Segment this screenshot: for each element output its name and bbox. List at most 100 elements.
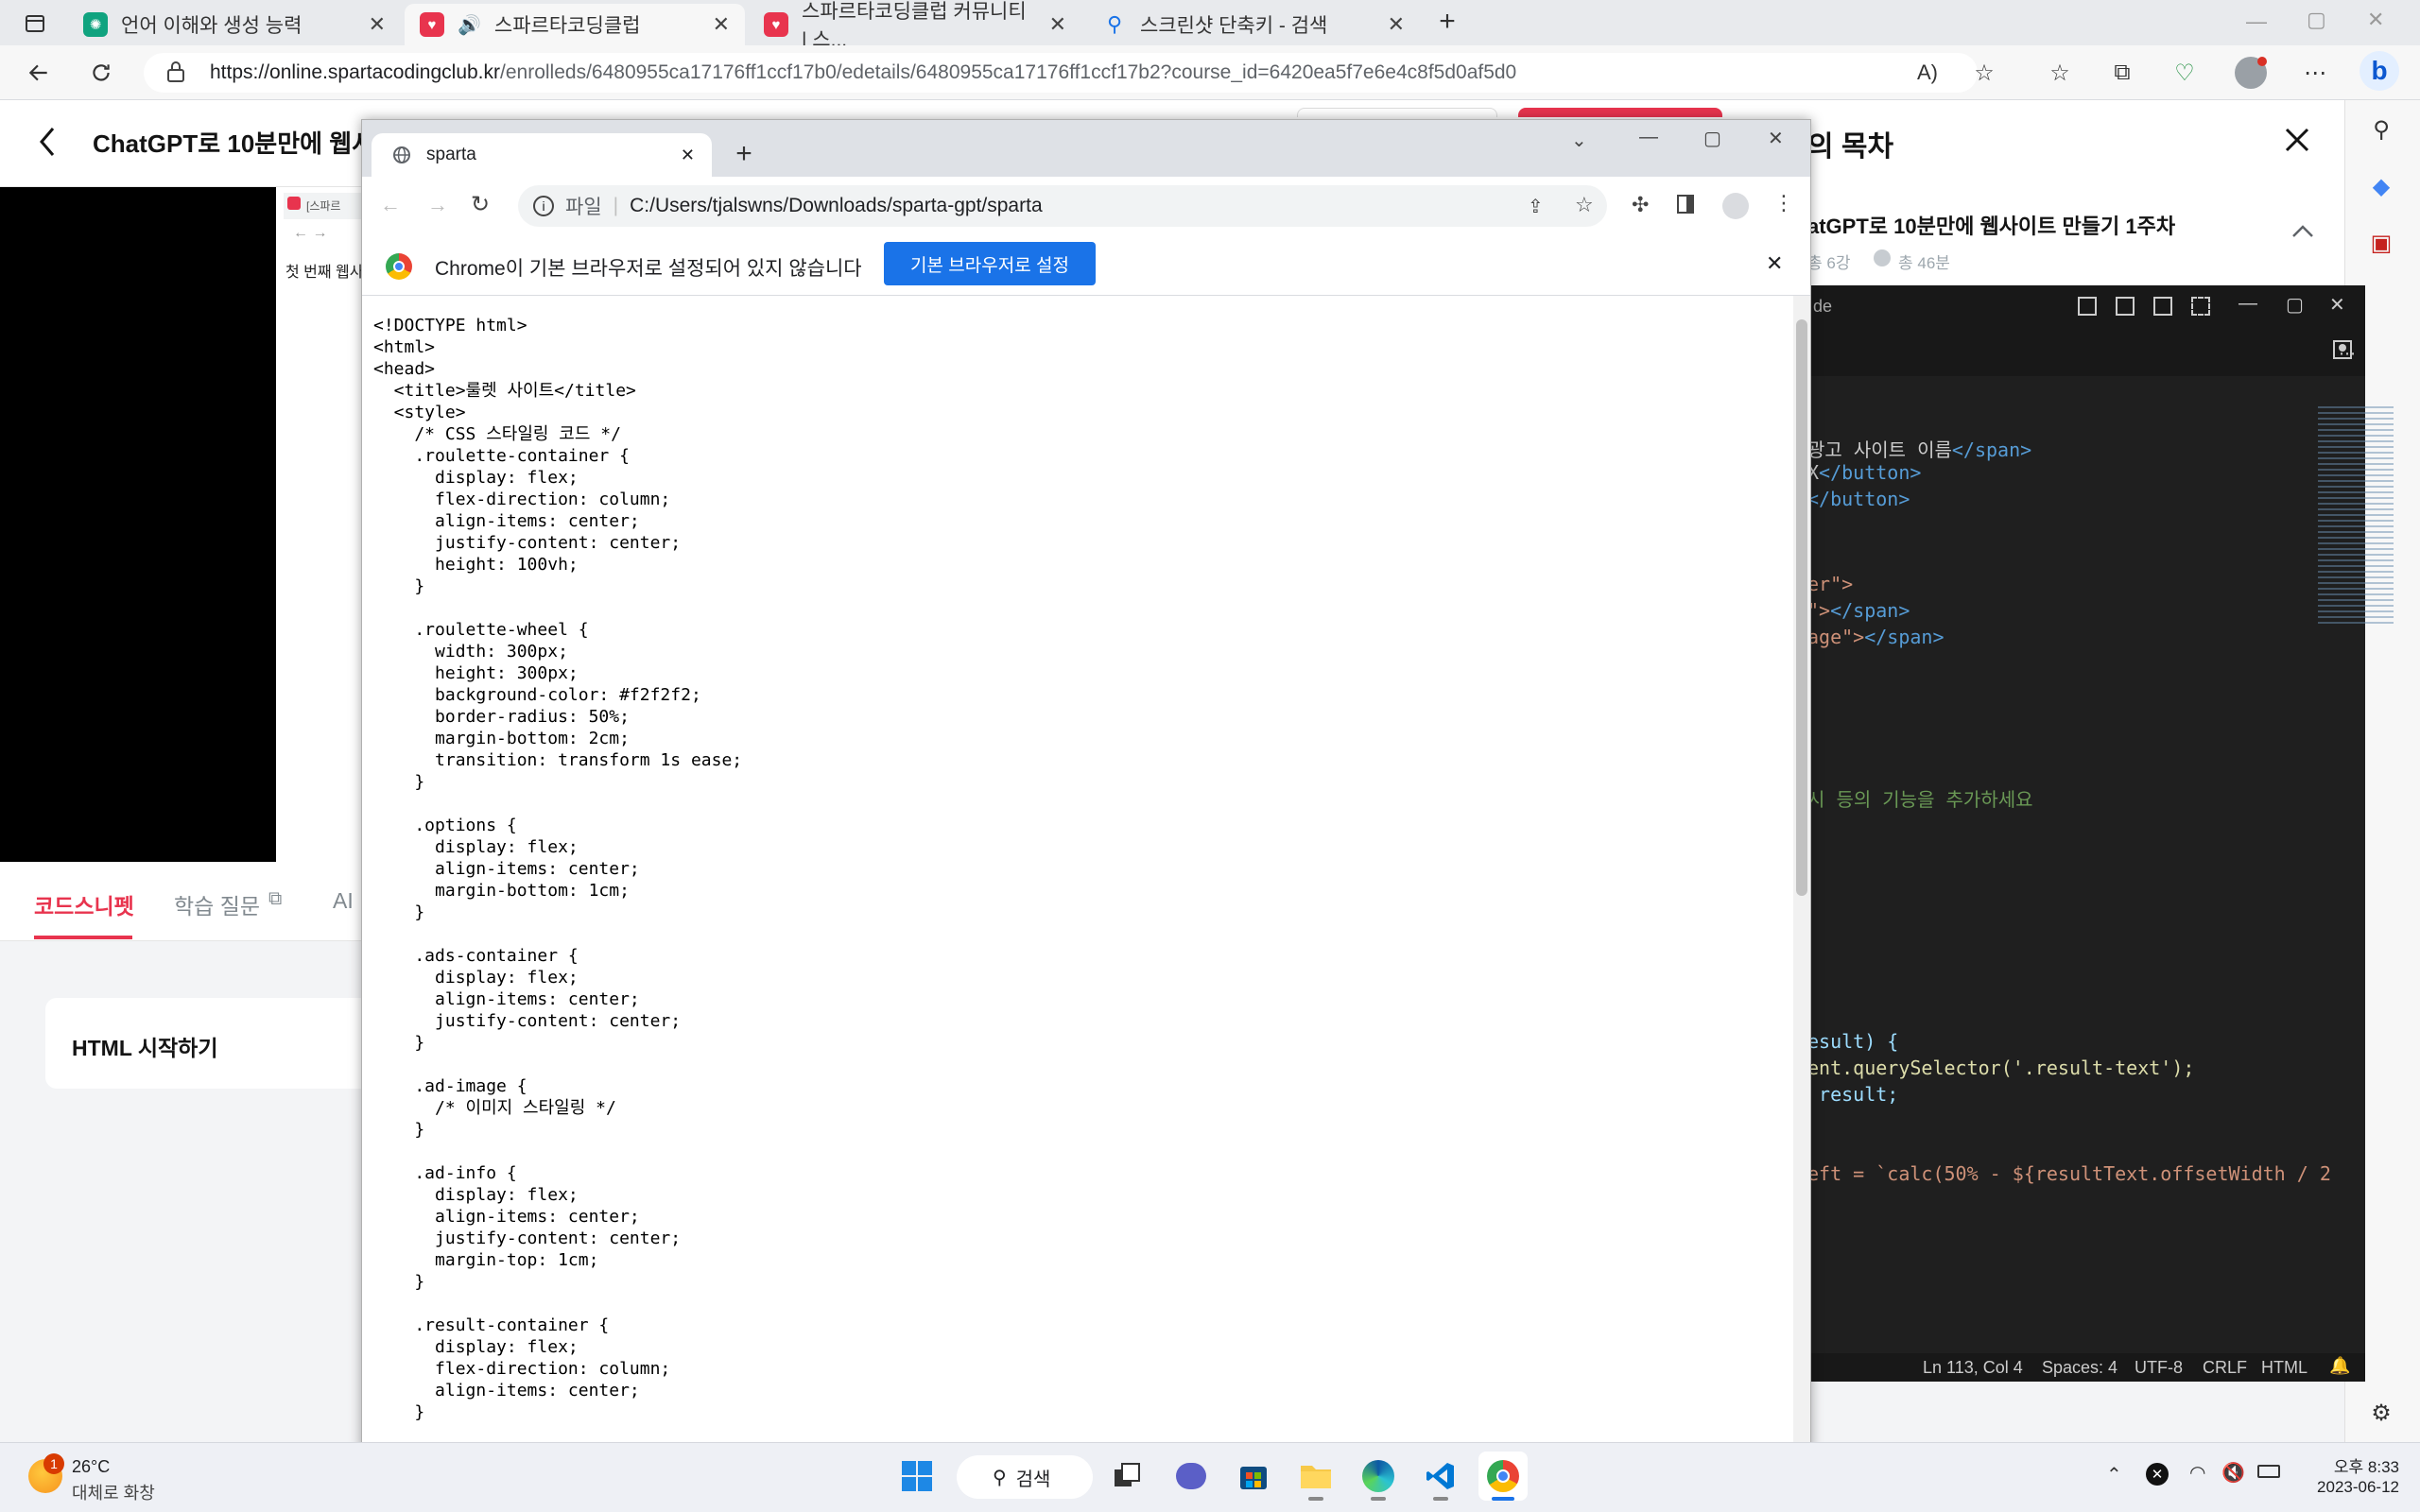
customize-layout-icon[interactable]	[2191, 297, 2210, 316]
status-spaces[interactable]: Spaces: 4	[2042, 1358, 2118, 1378]
reload-icon[interactable]: ↻	[471, 191, 490, 218]
infobar-close-icon[interactable]: ✕	[1766, 251, 1783, 276]
taskbar-time[interactable]: 오후 8:33	[2320, 1453, 2399, 1477]
address-bar[interactable]: https://online.spartacodingclub.kr/enrol…	[144, 53, 1978, 93]
vscode-maximize-icon[interactable]: ▢	[2286, 293, 2304, 317]
edge-tab-3[interactable]: ♥ 스파르타코딩클럽 커뮤니티 | 스... ✕	[749, 1, 1081, 51]
close-window-icon[interactable]: ✕	[2367, 8, 2384, 32]
refresh-icon[interactable]	[85, 57, 117, 89]
edge-tab-2[interactable]: ♥ 🔊 스파르타코딩클럽 ✕	[405, 4, 745, 45]
back-icon[interactable]: ←	[380, 193, 401, 217]
bookmark-star-icon[interactable]: ☆	[1575, 193, 1594, 217]
read-aloud-icon[interactable]: A)	[1911, 57, 1944, 89]
split-editor-icon[interactable]	[2333, 340, 2352, 359]
minimize-icon[interactable]: —	[1639, 127, 1658, 148]
sidebar-search-icon[interactable]: ⚲	[2365, 113, 2397, 146]
chrome-icon[interactable]	[1478, 1452, 1528, 1501]
task-view-icon[interactable]	[1102, 1452, 1151, 1501]
tray-app-icon[interactable]: ✕	[2146, 1463, 2169, 1486]
toc-course-title[interactable]: atGPT로 10분만에 웹사이트 만들기 1주차	[1807, 210, 2175, 240]
lock-icon[interactable]	[166, 60, 185, 83]
vscode-close-icon[interactable]: ✕	[2329, 293, 2345, 317]
chrome-logo-icon	[386, 253, 412, 280]
share-icon[interactable]: ⇪	[1528, 195, 1544, 218]
snippet-card[interactable]: HTML 시작하기	[45, 998, 386, 1089]
status-eol[interactable]: CRLF	[2203, 1358, 2247, 1378]
teams-chat-icon[interactable]	[1167, 1452, 1216, 1501]
scrollbar-thumb[interactable]	[1796, 319, 1807, 896]
maximize-icon[interactable]: ▢	[1703, 127, 1721, 150]
code-text: result;	[1807, 1083, 1899, 1106]
header-button[interactable]	[1297, 108, 1497, 117]
wifi-icon[interactable]: ◠	[2189, 1461, 2205, 1485]
forward-icon[interactable]: →	[427, 193, 448, 217]
tab-ai[interactable]: AI	[333, 888, 354, 914]
store-icon[interactable]	[1229, 1452, 1278, 1501]
code-line: eft = `calc(50% - ${resultText.offsetWid…	[1807, 1162, 2331, 1185]
bell-icon[interactable]: 🔔	[2329, 1356, 2350, 1376]
maximize-icon[interactable]: ▢	[2307, 8, 2326, 32]
omnibox[interactable]: i 파일 | C:/Users/tjalswns/Downloads/spart…	[518, 185, 1607, 227]
chrome-menu-icon[interactable]: ⋮	[1773, 191, 1794, 215]
close-icon[interactable]: ✕	[1388, 12, 1405, 37]
new-tab-icon[interactable]: +	[1431, 6, 1463, 38]
chrome-tab-sparta[interactable]: sparta ✕	[372, 133, 712, 177]
edge-tab-4[interactable]: ⚲ 스크린샷 단축키 - 검색 ✕	[1087, 4, 1420, 45]
extensions-icon[interactable]: ✣	[1632, 193, 1649, 217]
close-icon[interactable]: ✕	[681, 146, 695, 165]
status-encoding[interactable]: UTF-8	[2135, 1358, 2183, 1378]
back-icon[interactable]	[23, 57, 55, 89]
chevron-up-icon[interactable]	[2291, 223, 2314, 238]
tab-code-snippet[interactable]: 코드스니펫	[34, 888, 134, 920]
speaker-icon[interactable]: 🔊	[458, 13, 481, 37]
minimap[interactable]	[2318, 406, 2394, 624]
tab-learning-question[interactable]: 학습 질문	[174, 888, 260, 920]
vscode-editor[interactable]: 광고 사이트 이름</span> X</button> </button> er…	[1807, 376, 2331, 1355]
favorite-star-icon[interactable]: ☆	[1968, 57, 2000, 89]
edge-tab-1[interactable]: ✺ 언어 이해와 생성 능력 ✕	[68, 4, 401, 45]
tab-search-chevron-icon[interactable]: ⌄	[1571, 129, 1587, 152]
sidebar-tools-icon[interactable]: ▣	[2365, 227, 2397, 259]
toggle-panel-icon[interactable]	[2116, 297, 2135, 316]
info-icon[interactable]: i	[533, 196, 554, 216]
video-player[interactable]	[0, 187, 276, 862]
file-explorer-icon[interactable]	[1291, 1452, 1340, 1501]
weather-desc[interactable]: 대체로 화창	[72, 1480, 155, 1504]
taskbar-search[interactable]: ⚲ 검색	[957, 1455, 1093, 1499]
sidebar-shopping-icon[interactable]: ◆	[2365, 170, 2397, 202]
close-icon[interactable]: ✕	[1049, 12, 1066, 37]
new-tab-icon[interactable]: +	[728, 138, 760, 170]
header-primary-button[interactable]	[1518, 108, 1722, 117]
close-icon[interactable]: ✕	[713, 12, 730, 37]
minimize-icon[interactable]: —	[2246, 9, 2267, 34]
battery-icon[interactable]	[2257, 1465, 2280, 1478]
side-panel-icon[interactable]	[1677, 195, 1694, 214]
back-arrow-icon[interactable]	[38, 127, 57, 157]
collections-icon[interactable]: ⧉	[2106, 57, 2138, 89]
vscode-icon[interactable]	[1416, 1452, 1465, 1501]
browser-essentials-icon[interactable]: ♡	[2169, 57, 2201, 89]
tray-chevron-icon[interactable]: ⌃	[2106, 1463, 2122, 1486]
sidebar-settings-icon[interactable]: ⚙	[2365, 1397, 2397, 1429]
favorites-icon[interactable]: ☆	[2044, 57, 2076, 89]
toggle-sidebar-icon[interactable]	[2078, 297, 2097, 316]
toc-close-icon[interactable]	[2284, 127, 2310, 153]
profile-icon[interactable]	[1722, 193, 1749, 219]
volume-muted-icon[interactable]: 🔇	[2221, 1461, 2245, 1485]
toggle-secondary-sidebar-icon[interactable]	[2153, 297, 2172, 316]
close-window-icon[interactable]: ✕	[1768, 127, 1784, 150]
weather-temp[interactable]: 26°C	[72, 1457, 110, 1477]
status-language[interactable]: HTML	[2261, 1358, 2308, 1378]
html-source-text: <!DOCTYPE html> <html> <head> <title>룰렛 …	[373, 316, 743, 1422]
edge-icon[interactable]	[1354, 1452, 1403, 1501]
start-icon[interactable]	[892, 1452, 942, 1501]
more-menu-icon[interactable]: ⋯	[2299, 57, 2331, 89]
video-thumb-nav-icon: ← →	[293, 225, 328, 241]
vscode-minimize-icon[interactable]: —	[2238, 293, 2257, 315]
taskbar-date[interactable]: 2023-06-12	[2303, 1478, 2399, 1497]
close-icon[interactable]: ✕	[369, 12, 386, 37]
set-default-browser-button[interactable]: 기본 브라우저로 설정	[884, 242, 1096, 285]
status-position[interactable]: Ln 113, Col 4	[1923, 1358, 2023, 1378]
bing-chat-icon[interactable]: b	[2360, 51, 2399, 91]
tab-actions-icon[interactable]	[19, 8, 51, 40]
